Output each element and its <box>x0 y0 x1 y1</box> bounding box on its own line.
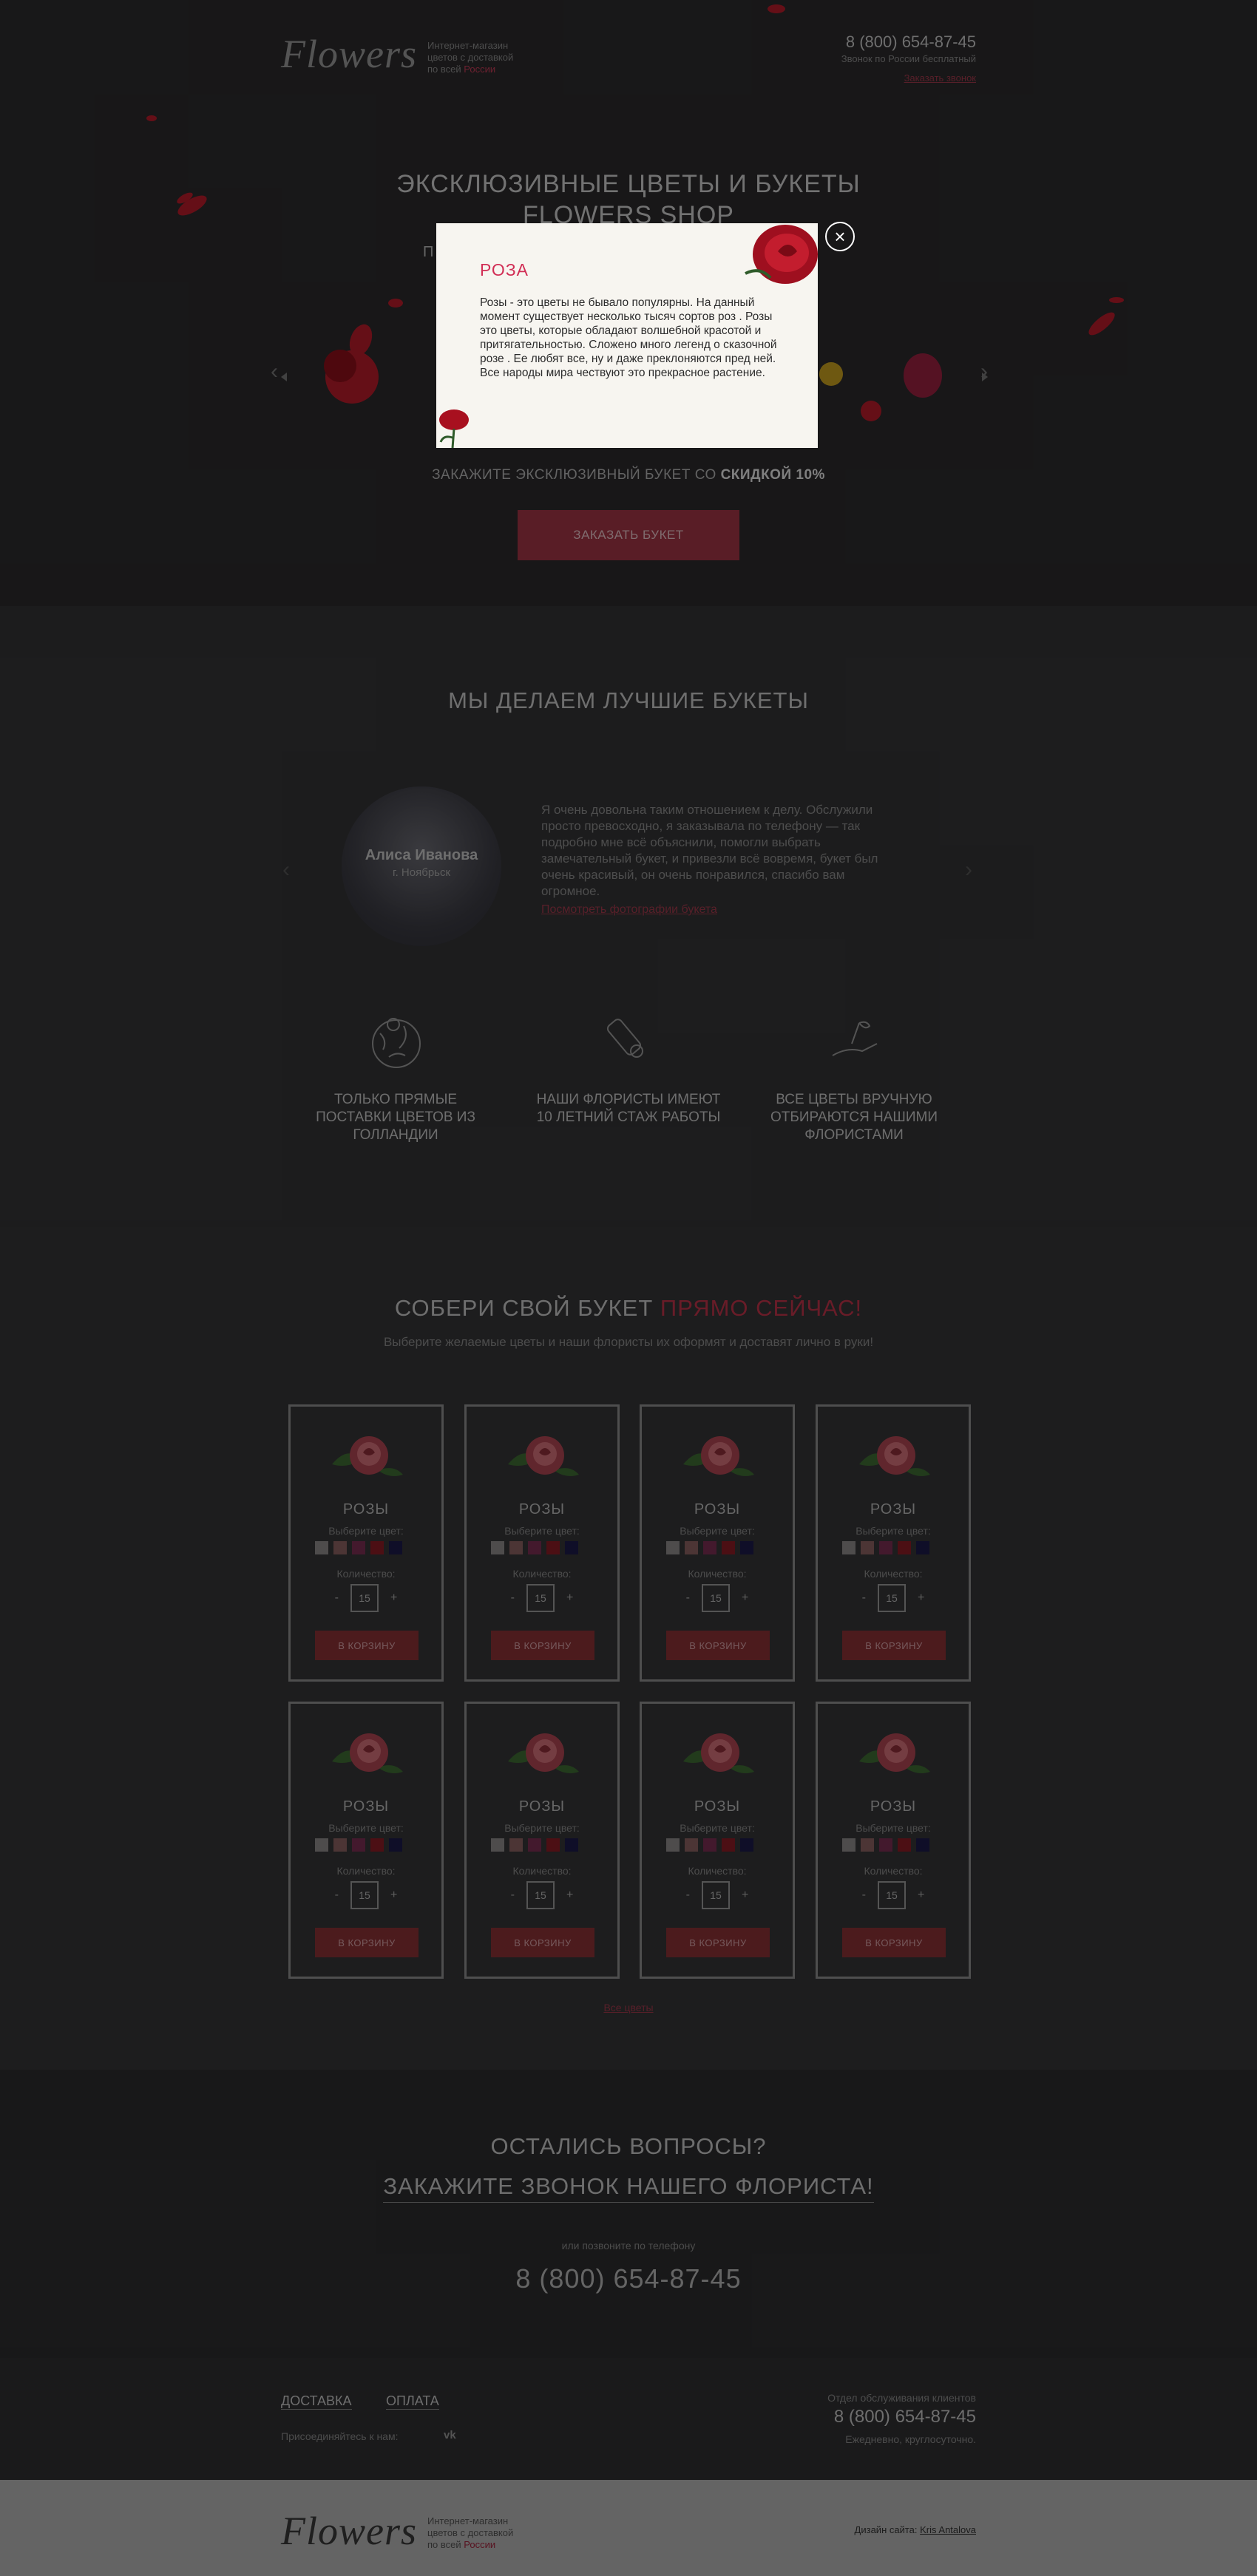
rose-image-top <box>745 225 818 284</box>
modal-title: РОЗА <box>480 260 529 279</box>
rose-image-bottom <box>439 409 469 448</box>
rose-info-modal: РОЗА Розы - это цветы не бывало популярн… <box>436 223 818 448</box>
close-icon[interactable]: × <box>825 222 855 251</box>
modal-text: Розы - это цветы не бывало популярны. На… <box>480 296 777 379</box>
